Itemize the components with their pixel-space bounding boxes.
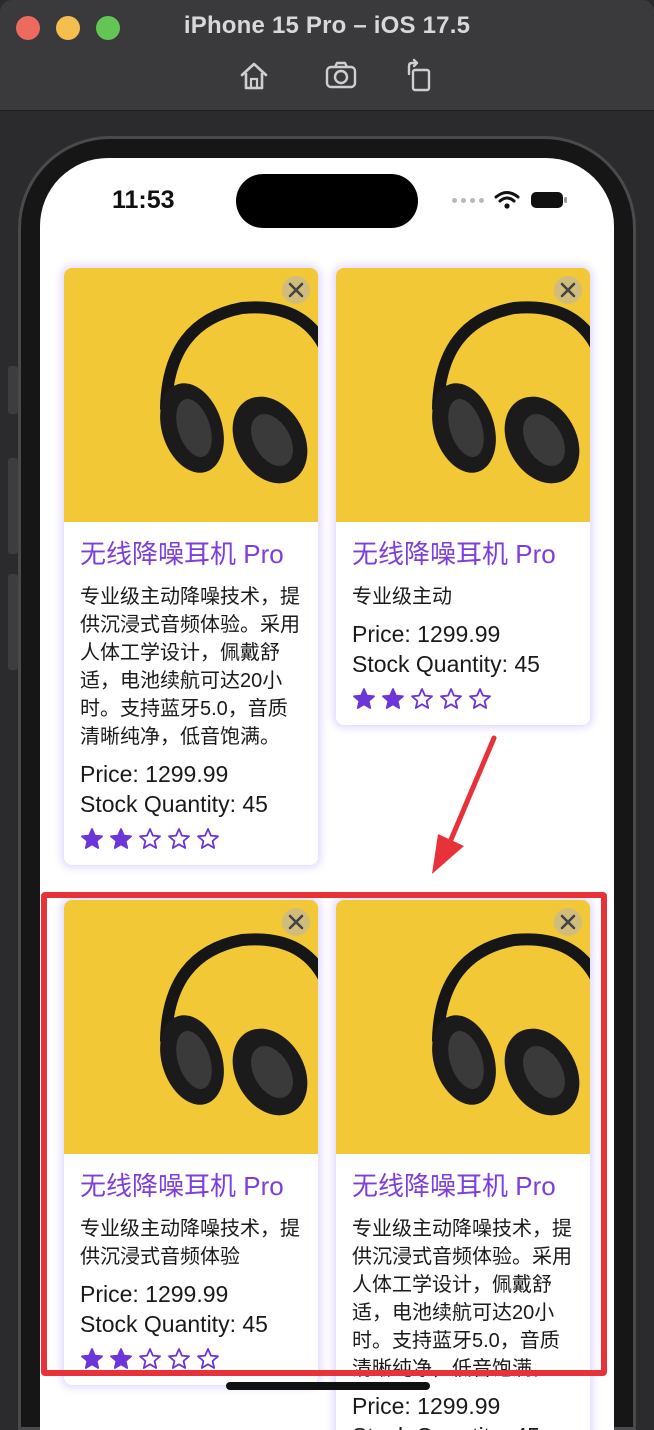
wifi-icon	[494, 191, 520, 209]
cellular-signal-icon	[452, 197, 484, 203]
star-filled-icon[interactable]	[80, 827, 104, 851]
star-filled-icon[interactable]	[381, 687, 405, 711]
star-filled-icon[interactable]	[109, 827, 133, 851]
rating-stars[interactable]	[80, 827, 304, 851]
product-stock: Stock Quantity: 45	[352, 651, 540, 677]
product-card[interactable]: 无线降噪耳机 Pro 专业级主动 Price: 1299.99 Stock Qu…	[336, 268, 590, 725]
side-volume-up	[8, 458, 18, 554]
annotation-highlight-box	[41, 892, 607, 1376]
battery-icon	[531, 192, 567, 208]
side-volume-down	[8, 574, 18, 670]
screenshot-icon	[325, 61, 357, 89]
home-button[interactable]	[236, 58, 272, 94]
product-title: 无线降噪耳机 Pro	[352, 539, 556, 569]
product-stock: Stock Quantity: 45	[80, 791, 268, 817]
product-title: 无线降噪耳机 Pro	[80, 539, 284, 569]
rotate-button[interactable]	[401, 58, 437, 94]
rating-stars[interactable]	[352, 687, 576, 711]
rotate-icon	[407, 58, 431, 92]
product-description: 专业级主动	[352, 586, 452, 608]
star-outline-icon[interactable]	[138, 827, 162, 851]
close-icon	[288, 282, 304, 298]
star-filled-icon[interactable]	[352, 687, 376, 711]
status-icons	[452, 190, 568, 210]
star-outline-icon[interactable]	[167, 827, 191, 851]
remove-card-button[interactable]	[282, 276, 310, 304]
screenshot-button[interactable]	[323, 58, 359, 94]
product-price: Price: 1299.99	[352, 1393, 501, 1419]
side-ring-switch	[8, 366, 18, 414]
star-outline-icon[interactable]	[439, 687, 463, 711]
product-card[interactable]: 无线降噪耳机 Pro 专业级主动降噪技术，提供沉浸式音频体验。采用人体工学设计，…	[64, 268, 318, 865]
home-icon	[240, 62, 268, 90]
status-time: 11:53	[112, 186, 175, 214]
dynamic-island	[236, 174, 418, 228]
star-outline-icon[interactable]	[410, 687, 434, 711]
star-outline-icon[interactable]	[196, 827, 220, 851]
home-indicator[interactable]	[226, 1382, 430, 1390]
headphones-image	[336, 268, 590, 522]
product-price: Price: 1299.99	[352, 621, 501, 647]
product-stock: Stock Quantity: 45	[352, 1421, 576, 1430]
product-price: Price: 1299.99	[80, 761, 229, 787]
annotation-arrow-icon	[432, 735, 497, 874]
headphones-image	[64, 268, 318, 522]
remove-card-button[interactable]	[554, 276, 582, 304]
simulator-titlebar: iPhone 15 Pro – iOS 17.5	[0, 0, 654, 111]
star-outline-icon[interactable]	[468, 687, 492, 711]
window-title: iPhone 15 Pro – iOS 17.5	[183, 12, 471, 39]
product-description: 专业级主动降噪技术，提供沉浸式音频体验。采用人体工学设计，佩戴舒适，电池续航可达…	[80, 586, 300, 748]
close-icon	[560, 282, 576, 298]
